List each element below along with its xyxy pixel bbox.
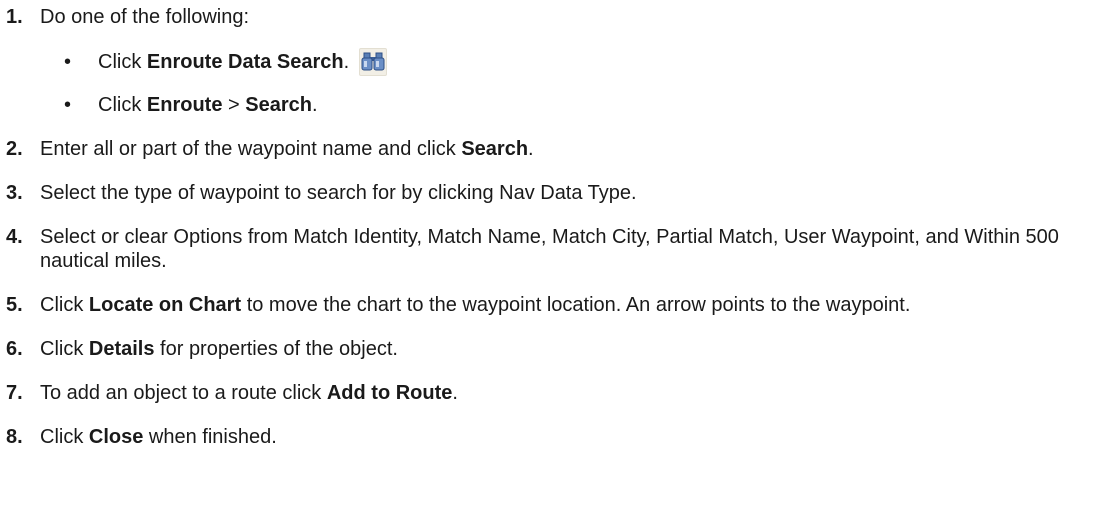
step-text: Click Details for properties of the obje…: [40, 338, 398, 360]
substep-text: Click Enroute Data Search.: [98, 51, 350, 73]
step-text: To add an object to a route click Add to…: [40, 382, 458, 404]
substep-list: • Click Enroute Data Search. • Click Enr…: [6, 48, 1096, 117]
step-text: Do one of the following:: [40, 6, 250, 28]
step-text: Click Locate on Chart to move the chart …: [40, 294, 911, 316]
step-text: Enter all or part of the waypoint name a…: [40, 138, 534, 160]
step-text: Select or clear Options from Match Ident…: [40, 226, 1059, 272]
binoculars-icon[interactable]: [359, 48, 388, 76]
step-3: 3. Select the type of waypoint to search…: [6, 181, 1096, 205]
step-number: 7.: [6, 382, 23, 404]
step-2: 2. Enter all or part of the waypoint nam…: [6, 137, 1096, 161]
step-8: 8. Click Close when finished.: [6, 425, 1096, 449]
step-number: 8.: [6, 426, 23, 448]
step-1: 1. Do one of the following:: [6, 5, 1096, 29]
substep-1: • Click Enroute Data Search.: [64, 48, 1096, 76]
step-text: Select the type of waypoint to search fo…: [40, 182, 637, 204]
bullet: •: [64, 51, 72, 73]
step-number: 4.: [6, 226, 23, 248]
step-5: 5. Click Locate on Chart to move the cha…: [6, 293, 1096, 317]
step-4: 4. Select or clear Options from Match Id…: [6, 225, 1096, 273]
step-7: 7. To add an object to a route click Add…: [6, 381, 1096, 405]
bullet: •: [64, 94, 72, 116]
substep-2: • Click Enroute > Search.: [64, 93, 1096, 117]
substep-text: Click Enroute > Search.: [98, 94, 318, 116]
step-number: 1.: [6, 6, 23, 28]
step-6: 6. Click Details for properties of the o…: [6, 337, 1096, 361]
step-number: 2.: [6, 138, 23, 160]
procedure-document: 1. Do one of the following: • Click Enro…: [0, 0, 1096, 449]
step-text: Click Close when finished.: [40, 426, 277, 448]
step-number: 5.: [6, 294, 23, 316]
step-number: 3.: [6, 182, 23, 204]
step-number: 6.: [6, 338, 23, 360]
